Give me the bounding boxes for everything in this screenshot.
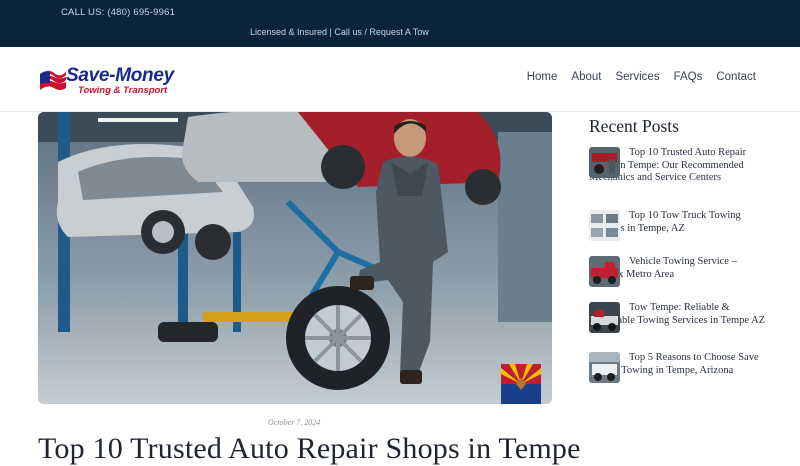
- site-logo[interactable]: Save-Money Towing & Transport: [38, 65, 198, 99]
- nav-faqs[interactable]: FAQs: [674, 71, 703, 83]
- garage-thumbnail-icon[interactable]: [589, 147, 620, 178]
- site-header: Save-Money Towing & Transport Home About…: [0, 47, 800, 112]
- nav-services[interactable]: Services: [615, 71, 659, 83]
- recent-post-item[interactable]: Top 10 Trusted Auto Repair Shops in Temp…: [589, 147, 769, 185]
- post-date: October 7, 2024: [268, 418, 321, 427]
- recent-post-item[interactable]: Top 10 Tow Truck Towing Services in Temp…: [589, 210, 769, 241]
- recent-post-item[interactable]: Top 5 Reasons to Choose Save Money Towin…: [589, 352, 769, 383]
- logo-subtitle: Towing & Transport: [78, 85, 168, 96]
- logo-brand-text: Save-Money: [66, 65, 174, 86]
- featured-image[interactable]: [38, 112, 552, 404]
- white-tow-truck-thumbnail-icon[interactable]: [589, 352, 620, 383]
- phone-number[interactable]: CALL US: (480) 695-9961: [61, 7, 175, 18]
- top-bar: CALL US: (480) 695-9961 Licensed & Insur…: [0, 0, 800, 47]
- tow-truck-night-thumbnail-icon[interactable]: [589, 302, 620, 333]
- main-nav: Home About Services FAQs Contact: [513, 71, 756, 83]
- red-tow-truck-thumbnail-icon[interactable]: [589, 256, 620, 287]
- recent-post-item[interactable]: Vehicle Towing Service – Phoenix Metro A…: [589, 256, 769, 287]
- recent-posts-heading: Recent Posts: [589, 116, 679, 136]
- tagline: Licensed & Insured | Call us / Request A…: [250, 27, 429, 37]
- nav-contact[interactable]: Contact: [716, 71, 756, 83]
- arizona-flag-icon: [501, 364, 541, 404]
- flag-logo-icon: [40, 70, 66, 90]
- tow-truck-grid-thumbnail-icon[interactable]: [589, 210, 620, 241]
- nav-home[interactable]: Home: [527, 71, 558, 83]
- post-title[interactable]: Top 10 Trusted Auto Repair Shops in Temp…: [38, 432, 581, 466]
- nav-about[interactable]: About: [571, 71, 601, 83]
- mechanic-garage-image: [38, 112, 552, 404]
- recent-post-item[interactable]: Tow Tempe: Reliable & Affordable Towing …: [589, 302, 769, 333]
